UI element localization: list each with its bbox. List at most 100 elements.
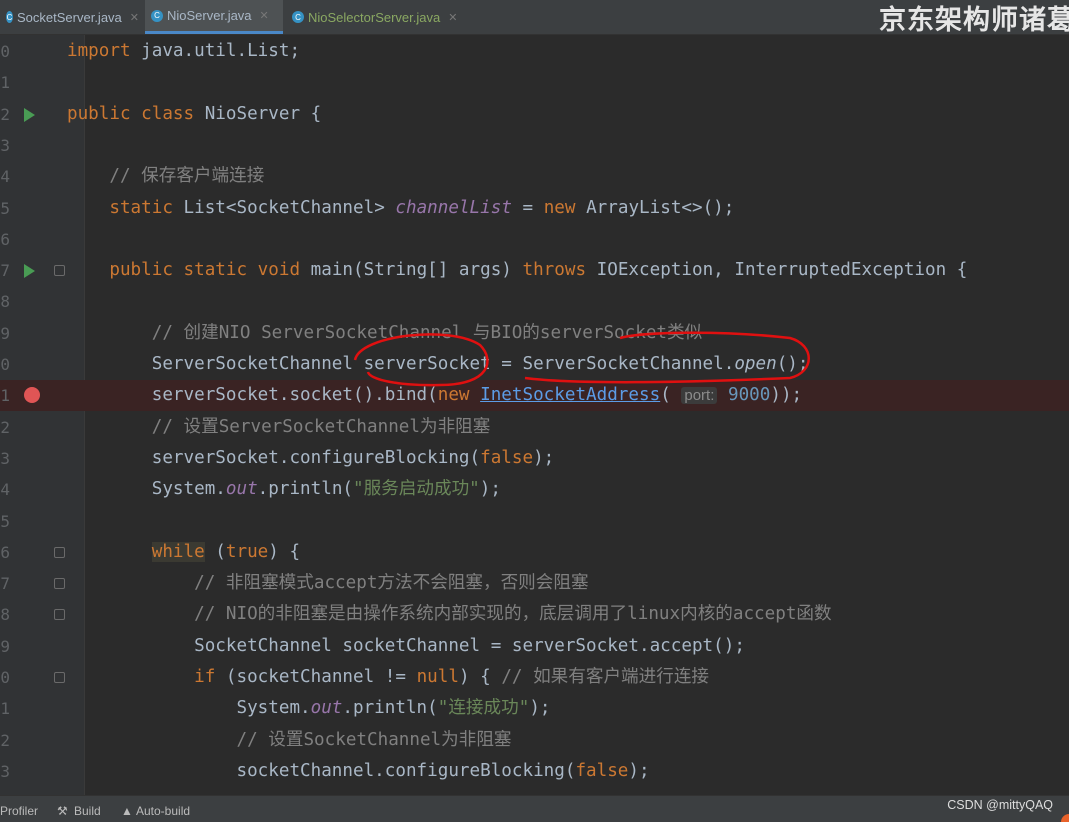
line-number: 19 (0, 323, 10, 343)
code-token: null (416, 667, 459, 687)
code-line[interactable]: 28 // NIO的非阻塞是由操作系统内部实现的，底层调用了linux内核的ac… (0, 599, 1069, 630)
code-token: if (194, 667, 226, 687)
code-token: = (511, 197, 544, 218)
line-number: 17 (0, 261, 10, 281)
line-number: 25 (0, 511, 10, 531)
code-line[interactable]: 13 (0, 130, 1069, 161)
code-token: static (109, 197, 184, 218)
code-line[interactable]: 17 public static void main(String[] args… (0, 255, 1069, 286)
code-text: // 非阻塞模式accept方法不会阻塞，否则会阻塞 (67, 568, 588, 599)
fold-icon[interactable] (54, 609, 65, 621)
code-line[interactable]: 30 if (socketChannel != null) { // 如果有客户… (0, 662, 1069, 693)
profiler-button[interactable]: Profiler (0, 804, 38, 818)
code-token: "连接成功" (437, 698, 530, 719)
code-text: while (true) { (67, 537, 300, 568)
code-token: "服务启动成功" (353, 479, 480, 500)
run-icon[interactable] (24, 107, 35, 122)
code-editor[interactable]: 10 import java.util.List; 11 12 public class… (0, 35, 1069, 795)
code-token: open (734, 354, 777, 374)
code-text: System.out.println("连接成功"); (67, 693, 551, 724)
code-token: ); (479, 479, 501, 500)
java-class-icon: C (151, 9, 163, 22)
code-line[interactable]: 19 // 创建NIO ServerSocketChannel 与BIO的ser… (0, 318, 1069, 349)
code-token: new (543, 197, 587, 218)
line-number: 16 (0, 229, 10, 249)
hammer-icon: ⚒ (57, 804, 68, 818)
code-line[interactable]: 10 import java.util.List; (0, 36, 1069, 67)
code-line[interactable]: 33 socketChannel.configureBlocking(false… (0, 756, 1069, 787)
code-text: socketChannel.configureBlocking(false); (67, 756, 649, 787)
code-line[interactable]: 14 // 保存客户端连接 (0, 161, 1069, 192)
code-line[interactable]: 16 (0, 224, 1069, 255)
auto-build-button[interactable]: Auto-build (136, 804, 190, 818)
code-line[interactable]: 27 // 非阻塞模式accept方法不会阻塞，否则会阻塞 (0, 568, 1069, 599)
code-line[interactable]: 11 (0, 67, 1069, 98)
code-line[interactable]: 12 public class NioServer { (0, 99, 1069, 130)
fold-icon[interactable] (54, 578, 65, 590)
code-text: static List<SocketChannel> channelList =… (67, 193, 734, 224)
close-tab-icon[interactable]: ✕ (260, 9, 269, 22)
code-text: // 设置SocketChannel为非阻塞 (67, 725, 511, 756)
code-text: // 设置ServerSocketChannel为非阻塞 (67, 412, 491, 443)
code-token: NioServer { (204, 103, 322, 124)
breakpoint-icon[interactable] (24, 387, 40, 404)
line-number: 27 (0, 574, 10, 594)
line-number: 31 (0, 699, 10, 719)
build-button[interactable]: Build (74, 804, 101, 818)
code-line[interactable]: 22 // 设置ServerSocketChannel为非阻塞 (0, 412, 1069, 443)
code-line[interactable]: 24 System.out.println("服务启动成功"); (0, 474, 1069, 505)
tab-nioserver[interactable]: C NioServer.java ✕ (145, 0, 283, 34)
code-token: .println( (342, 698, 438, 719)
code-line[interactable]: 29 SocketChannel socketChannel = serverS… (0, 631, 1069, 662)
fold-icon[interactable] (54, 672, 65, 683)
line-number: 12 (0, 104, 10, 124)
editor-tab-bar: C SocketServer.java ✕ C NioServer.java ✕ C Ni… (0, 0, 1069, 36)
code-line[interactable]: 32 // 设置SocketChannel为非阻塞 (0, 725, 1069, 756)
code-token: ServerSocketChannel serverSocket = Serve… (67, 354, 735, 374)
code-token: ); (533, 447, 555, 468)
code-line[interactable]: 21 serverSocket.socket().bind(new InetSo… (0, 380, 1069, 412)
code-token: out (225, 479, 258, 500)
code-token: while (151, 541, 205, 562)
java-class-icon: C (6, 11, 13, 23)
code-token: ); (529, 698, 551, 719)
code-token: socketChannel.configureBlocking( (67, 760, 576, 781)
fold-icon[interactable] (54, 265, 65, 277)
tab-socketserver[interactable]: C SocketServer.java ✕ (0, 0, 145, 34)
code-line[interactable]: 31 System.out.println("连接成功"); (0, 693, 1069, 724)
code-text: public static void main(String[] args) t… (67, 255, 967, 286)
line-number: 23 (0, 448, 10, 468)
code-token: SocketChannel socketChannel = serverSock… (67, 635, 745, 656)
line-number: 28 (0, 605, 10, 625)
fold-icon[interactable] (54, 546, 65, 558)
line-number: 18 (0, 292, 10, 312)
code-line[interactable]: 15 static List<SocketChannel> channelLis… (0, 193, 1069, 224)
code-token: ) { (458, 667, 502, 687)
code-token: channelList (395, 197, 512, 218)
credit-text: CSDN @mittyQAQ (947, 798, 1053, 812)
code-token: // 如果有客户端进行连接 (501, 667, 710, 687)
close-tab-icon[interactable]: ✕ (448, 11, 457, 24)
close-tab-icon[interactable]: ✕ (130, 11, 139, 24)
code-line[interactable]: 23 serverSocket.configureBlocking(false)… (0, 443, 1069, 474)
warning-icon: ▲ (121, 804, 133, 818)
code-line[interactable]: 26 while (true) { (0, 537, 1069, 568)
code-token: main(String[] args) (310, 260, 523, 281)
code-line[interactable]: 20 ServerSocketChannel serverSocket = Se… (0, 349, 1069, 380)
line-number: 32 (0, 730, 10, 750)
line-number: 10 (0, 42, 10, 61)
code-line[interactable]: 18 (0, 286, 1069, 317)
line-number: 24 (0, 480, 10, 500)
run-icon[interactable] (24, 264, 35, 279)
code-token[interactable]: InetSocketAddress (480, 385, 660, 405)
tab-nioselectorserver[interactable]: C NioSelectorServer.java ✕ (286, 0, 466, 34)
code-line[interactable]: 25 (0, 506, 1069, 537)
line-number: 13 (0, 135, 10, 155)
code-token: java.util.List; (141, 41, 301, 61)
